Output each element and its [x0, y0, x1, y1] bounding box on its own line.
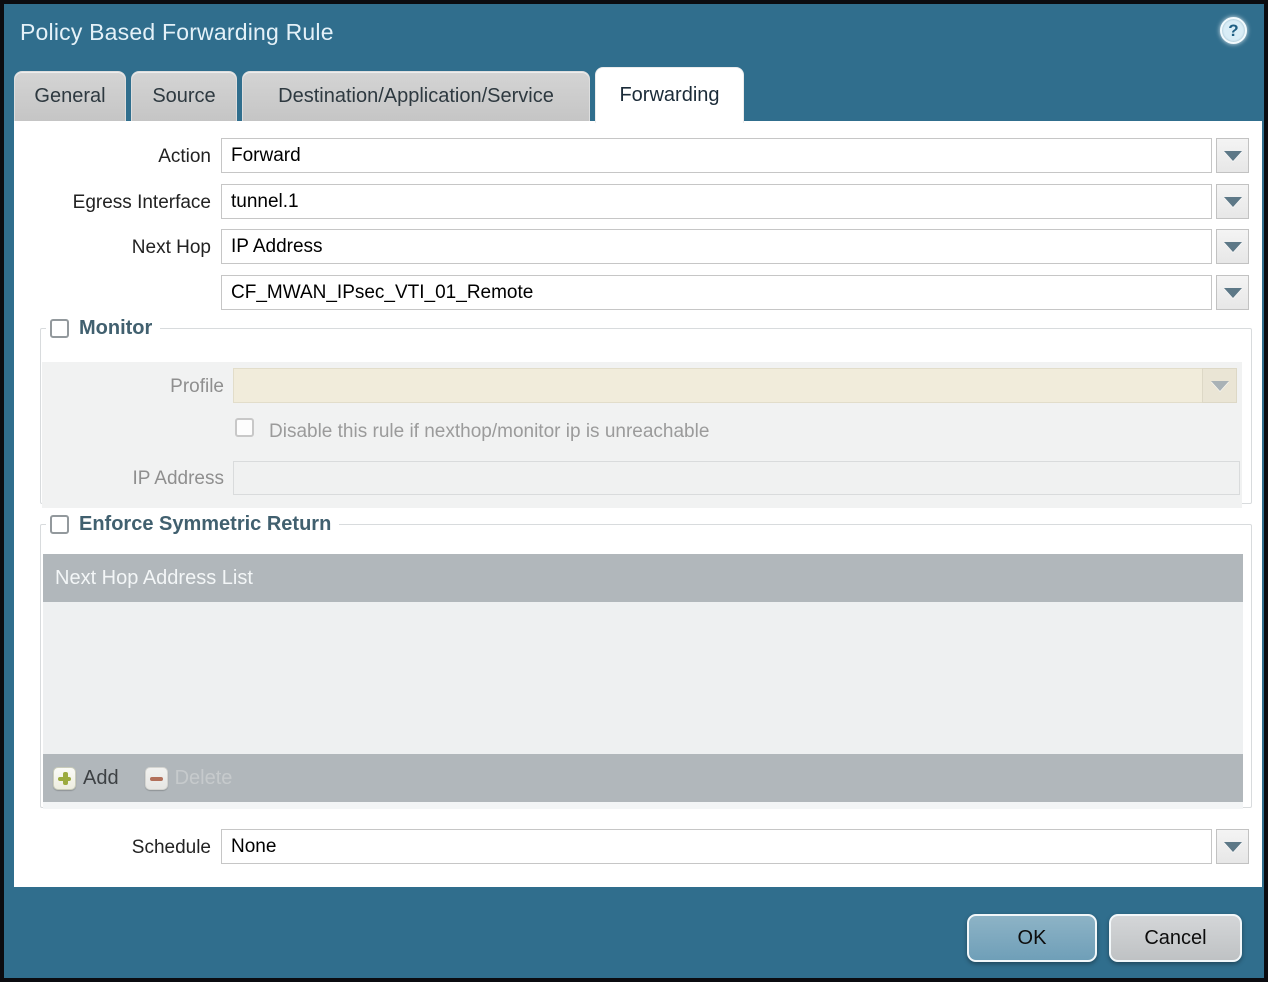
add-button-label: Add [83, 766, 119, 789]
profile-label: Profile [170, 376, 224, 397]
cancel-button-label: Cancel [1144, 926, 1207, 949]
schedule-dropdown-button[interactable] [1216, 829, 1249, 864]
tab-destination-label: Destination/Application/Service [278, 85, 554, 107]
next-hop-address-list-header: Next Hop Address List [43, 554, 1243, 602]
monitor-checkbox[interactable] [50, 319, 69, 338]
forwarding-tab-panel: Action Forward Egress Interface tunnel.1… [14, 121, 1262, 887]
next-hop-address-list-toolbar: Add Delete [43, 754, 1243, 802]
chevron-down-icon [1210, 380, 1229, 391]
dialog-title: Policy Based Forwarding Rule [20, 19, 334, 45]
ok-button-label: OK [1017, 926, 1047, 949]
action-value: Forward [231, 144, 301, 166]
delete-button: Delete [144, 766, 233, 790]
next-hop-label: Next Hop [131, 237, 211, 258]
add-icon [53, 766, 76, 790]
next-hop-address-table: Next Hop Address List Add Delete [43, 554, 1243, 809]
next-hop-address-list-header-label: Next Hop Address List [55, 566, 253, 589]
chevron-down-icon [1223, 241, 1242, 252]
next-hop-address-list-body [43, 602, 1243, 754]
action-dropdown-button[interactable] [1216, 138, 1249, 173]
table-scroll-strip [43, 802, 1243, 809]
chevron-down-icon [1223, 841, 1242, 852]
enforce-symmetric-return-legend: Enforce Symmetric Return [79, 513, 332, 535]
enforce-symmetric-return-checkbox[interactable] [50, 515, 69, 534]
enforce-symmetric-return-section: Enforce Symmetric Return Next Hop Addres… [40, 513, 1252, 809]
next-hop-dropdown-button[interactable] [1216, 229, 1249, 264]
chevron-down-icon [1223, 196, 1242, 207]
tab-forwarding-label: Forwarding [619, 84, 720, 106]
monitor-legend: Monitor [79, 317, 153, 339]
tab-forwarding[interactable]: Forwarding [595, 67, 744, 123]
next-hop-value: IP Address [231, 235, 323, 257]
profile-dropdown-button-disabled [1202, 368, 1237, 403]
schedule-label: Schedule [131, 837, 211, 858]
title-bar: Policy Based Forwarding Rule ? [4, 4, 1264, 62]
add-button[interactable]: Add [53, 766, 119, 790]
schedule-value: None [231, 835, 277, 857]
delete-icon [144, 766, 168, 790]
monitor-ip-address-label: IP Address [132, 468, 224, 489]
ok-button[interactable]: OK [967, 914, 1097, 962]
next-hop-address-select[interactable]: CF_MWAN_IPsec_VTI_01_Remote [221, 275, 1212, 310]
cancel-button[interactable]: Cancel [1109, 914, 1242, 962]
monitor-ip-address-input-disabled [233, 461, 1240, 495]
next-hop-address-value: CF_MWAN_IPsec_VTI_01_Remote [231, 281, 534, 303]
tab-source[interactable]: Source [131, 71, 237, 121]
dialog-window: Policy Based Forwarding Rule ? General S… [4, 4, 1264, 978]
monitor-section: Monitor Profile Disable this rule if nex… [40, 317, 1252, 508]
profile-select-disabled [233, 368, 1203, 403]
delete-button-label: Delete [174, 766, 233, 789]
egress-interface-select[interactable]: tunnel.1 [221, 184, 1212, 219]
disable-rule-checkbox [235, 418, 254, 437]
tab-general[interactable]: General [14, 71, 126, 121]
chevron-down-icon [1223, 287, 1242, 298]
help-icon[interactable]: ? [1220, 17, 1247, 44]
disable-rule-label: Disable this rule if nexthop/monitor ip … [269, 421, 710, 442]
monitor-panel: Profile Disable this rule if nexthop/mon… [42, 362, 1242, 508]
action-label: Action [158, 146, 211, 167]
egress-interface-label: Egress Interface [72, 192, 211, 213]
egress-interface-value: tunnel.1 [231, 190, 299, 212]
next-hop-select[interactable]: IP Address [221, 229, 1212, 264]
schedule-select[interactable]: None [221, 829, 1212, 864]
tab-destination-application-service[interactable]: Destination/Application/Service [242, 71, 590, 121]
chevron-down-icon [1223, 150, 1242, 161]
next-hop-address-dropdown-button[interactable] [1216, 275, 1249, 310]
tab-source-label: Source [152, 85, 216, 107]
egress-interface-dropdown-button[interactable] [1216, 184, 1249, 219]
tab-general-label: General [34, 85, 106, 107]
action-select[interactable]: Forward [221, 138, 1212, 173]
